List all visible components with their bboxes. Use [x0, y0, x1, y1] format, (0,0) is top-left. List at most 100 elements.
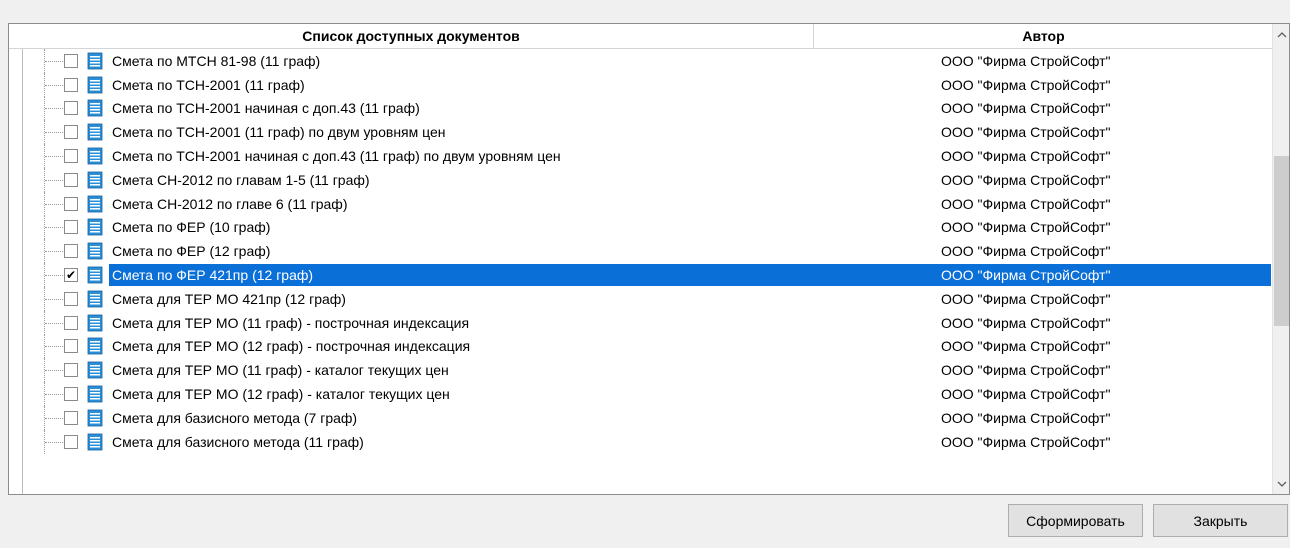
column-header-author[interactable]: Автор: [814, 24, 1273, 48]
list-item[interactable]: Смета для базисного метода (7 граф) ООО "…: [9, 405, 1273, 430]
document-icon: [86, 99, 104, 117]
document-name: Смета по ТСН-2001 (11 граф): [112, 76, 305, 93]
row-checkbox[interactable]: ✔: [64, 268, 78, 283]
column-header-documents[interactable]: Список доступных документов: [9, 24, 814, 48]
document-author: ООО "Фирма СтройСофт": [941, 409, 1111, 426]
row-checkbox[interactable]: [64, 149, 78, 164]
document-name: Смета для базисного метода (11 граф): [112, 433, 364, 450]
list-item[interactable]: Смета для ТЕР МО (12 граф) - построчная …: [9, 334, 1273, 359]
document-name: Смета по ТСН-2001 начиная с доп.43 (11 г…: [112, 148, 561, 165]
list-item[interactable]: Смета по ФЕР (10 граф) ООО "Фирма СтройСо…: [9, 215, 1273, 240]
list-item[interactable]: Смета по ТСН-2001 начиная с доп.43 (11 г…: [9, 96, 1273, 121]
list-header: Список доступных документов Автор: [9, 24, 1273, 49]
button-bar: Сформировать Закрыть: [0, 495, 1290, 548]
document-name: Смета для ТЕР МО (12 граф) - построчная …: [112, 338, 471, 355]
row-checkbox[interactable]: [64, 101, 78, 116]
tree-connector: [45, 441, 63, 443]
document-author: ООО "Фирма СтройСофт": [941, 195, 1111, 212]
document-author: ООО "Фирма СтройСофт": [941, 362, 1111, 379]
up-arrow-icon[interactable]: [1273, 26, 1289, 43]
row-checkbox[interactable]: [64, 315, 78, 330]
document-author: ООО "Фирма СтройСофт": [941, 433, 1111, 450]
down-arrow-icon[interactable]: [1273, 475, 1289, 492]
list-item[interactable]: Смета по МТСН 81-98 (11 граф) ООО "Фирма …: [9, 49, 1273, 73]
row-checkbox[interactable]: [64, 434, 78, 449]
row-checkbox[interactable]: [64, 172, 78, 187]
list-item[interactable]: Смета для базисного метода (11 граф) ООО …: [9, 429, 1273, 454]
list-item[interactable]: Смета СН-2012 по главам 1-5 (11 граф) ООО…: [9, 167, 1273, 192]
document-author: ООО "Фирма СтройСофт": [941, 52, 1111, 69]
list-rows: Смета по МТСН 81-98 (11 граф) ООО "Фирма …: [9, 49, 1273, 494]
list-item[interactable]: Смета СН-2012 по главе 6 (11 граф) ООО "Ф…: [9, 191, 1273, 216]
document-name: Смета для ТЕР МО (11 граф) - построчная …: [112, 314, 470, 331]
list-item[interactable]: Смета по ФЕР (12 граф) ООО "Фирма СтройСо…: [9, 239, 1273, 264]
document-name: Смета для ТЕР МО (11 граф) - каталог тек…: [112, 362, 449, 379]
tree-connector: [45, 346, 63, 348]
list-item[interactable]: Смета для ТЕР МО (11 граф) - каталог тек…: [9, 358, 1273, 383]
document-icon: [86, 433, 104, 451]
generate-button[interactable]: Сформировать: [1008, 504, 1143, 537]
row-checkbox[interactable]: [64, 339, 78, 354]
list-item[interactable]: Смета для ТЕР МО (11 граф) - построчная …: [9, 310, 1273, 335]
document-name: Смета для ТЕР МО (12 граф) - каталог тек…: [112, 386, 450, 403]
row-checkbox[interactable]: [64, 363, 78, 378]
document-name: Смета СН-2012 по главам 1-5 (11 граф): [112, 171, 370, 188]
tree-connector: [45, 417, 63, 419]
list-item[interactable]: ✔ Смета по ФЕР 421пр (12 граф) ООО "Фирма …: [9, 263, 1273, 287]
close-button[interactable]: Закрыть: [1153, 504, 1288, 537]
document-list[interactable]: Список доступных документов Автор Смета …: [8, 23, 1290, 495]
document-name: Смета по МТСН 81-98 (11 граф): [112, 52, 321, 69]
document-name: Смета СН-2012 по главе 6 (11 граф): [112, 195, 348, 212]
row-checkbox[interactable]: [64, 220, 78, 235]
list-item[interactable]: Смета для ТЕР МО 421пр (12 граф) ООО "Фир…: [9, 286, 1273, 311]
tree-connector: [45, 179, 63, 181]
document-author: ООО "Фирма СтройСофт": [941, 171, 1111, 188]
document-name: Смета по ТСН-2001 начиная с доп.43 (11 г…: [112, 100, 420, 117]
document-icon: [86, 147, 104, 165]
row-checkbox[interactable]: [64, 196, 78, 211]
document-icon: [86, 123, 104, 141]
tree-connector: [45, 108, 63, 110]
document-icon: [86, 266, 104, 284]
tree-connector: [45, 227, 63, 229]
tree-connector: [45, 370, 63, 372]
document-icon: [86, 171, 104, 189]
row-checkbox[interactable]: [64, 125, 78, 140]
document-author: ООО "Фирма СтройСофт": [941, 76, 1111, 93]
row-checkbox[interactable]: [64, 77, 78, 92]
document-author: ООО "Фирма СтройСофт": [941, 100, 1111, 117]
row-checkbox[interactable]: [64, 244, 78, 259]
document-icon: [86, 242, 104, 260]
document-icon: [86, 290, 104, 308]
list-item[interactable]: Смета для ТЕР МО (12 граф) - каталог тек…: [9, 382, 1273, 406]
vertical-scrollbar[interactable]: [1272, 24, 1289, 494]
document-name: Смета по ТСН-2001 (11 граф) по двум уров…: [112, 124, 446, 141]
document-name: Смета по ФЕР (10 граф): [112, 219, 271, 236]
list-item[interactable]: Смета по ТСН-2001 (11 граф) по двум уров…: [9, 120, 1273, 145]
tree-connector: [45, 156, 63, 158]
row-checkbox[interactable]: [64, 53, 78, 68]
tree-connector: [45, 132, 63, 134]
document-icon: [86, 52, 104, 70]
document-author: ООО "Фирма СтройСофт": [941, 148, 1111, 165]
list-item[interactable]: Смета по ТСН-2001 начиная с доп.43 (11 г…: [9, 144, 1273, 168]
tree-connector: [45, 275, 63, 277]
document-icon: [86, 195, 104, 213]
document-name: Смета по ФЕР 421пр (12 граф): [112, 267, 314, 284]
document-author: ООО "Фирма СтройСофт": [941, 243, 1111, 260]
row-checkbox[interactable]: [64, 291, 78, 306]
document-icon: [86, 409, 104, 427]
row-checkbox[interactable]: [64, 410, 78, 425]
row-checkbox[interactable]: [64, 387, 78, 402]
tree-connector: [45, 84, 63, 86]
document-icon: [86, 337, 104, 355]
document-author: ООО "Фирма СтройСофт": [941, 314, 1111, 331]
document-icon: [86, 314, 104, 332]
scroll-thumb[interactable]: [1274, 156, 1289, 326]
document-author: ООО "Фирма СтройСофт": [941, 219, 1111, 236]
tree-connector: [45, 298, 63, 300]
document-icon: [86, 385, 104, 403]
tree-connector: [45, 251, 63, 253]
document-author: ООО "Фирма СтройСофт": [941, 338, 1111, 355]
list-item[interactable]: Смета по ТСН-2001 (11 граф) ООО "Фирма Ст…: [9, 72, 1273, 97]
